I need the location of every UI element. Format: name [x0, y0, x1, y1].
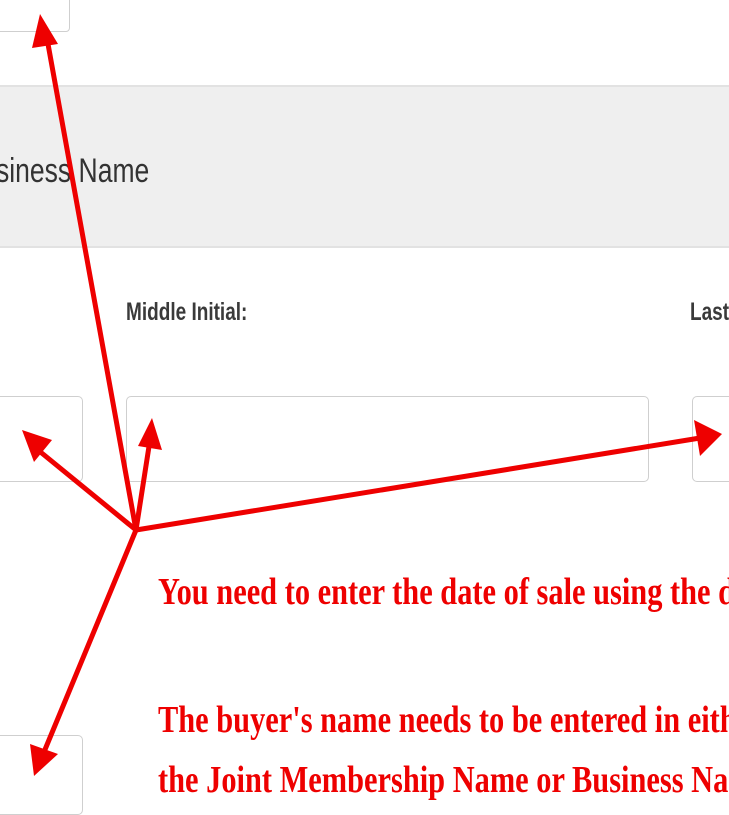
arrowhead-date-button	[32, 14, 58, 48]
arrow-to-last-name	[133, 435, 703, 533]
arrowhead-middle-initial	[138, 418, 162, 450]
arrow-to-date-button	[45, 41, 139, 533]
arrow-to-joint-membership	[41, 527, 139, 755]
arrow-to-middle-initial	[133, 437, 153, 533]
annotation-arrows	[22, 14, 722, 776]
arrowhead-last-name	[694, 420, 722, 456]
